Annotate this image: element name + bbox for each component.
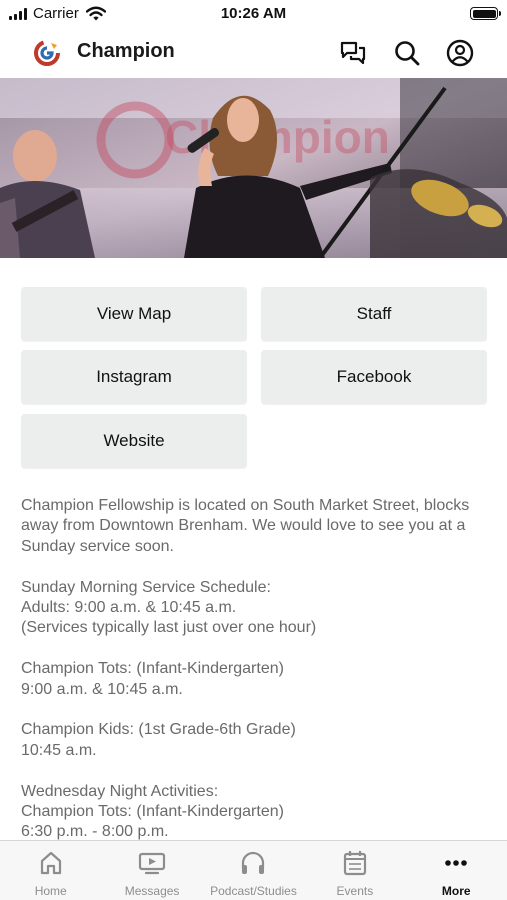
battery-icon	[470, 7, 501, 20]
tab-more[interactable]: More	[406, 841, 507, 900]
description-line: Adults: 9:00 a.m. & 10:45 a.m.	[21, 599, 237, 617]
description-line: (Services typically last just over one h…	[21, 619, 317, 637]
hero-illustration: Champion	[0, 78, 507, 258]
description-line: 6:30 p.m. - 8:00 p.m.	[21, 823, 169, 840]
description-paragraph: Sunday Morning Service Schedule: Adults: …	[21, 578, 491, 639]
tab-label: More	[441, 884, 471, 898]
description-line: Champion Tots: (Infant-Kindergarten)	[21, 660, 284, 678]
app-title: Champion	[77, 40, 175, 62]
description-paragraph: Champion Tots: (Infant-Kindergarten) 9:00…	[21, 659, 491, 700]
tab-messages[interactable]: Messages	[101, 841, 202, 900]
instagram-button[interactable]: Instagram	[21, 350, 247, 404]
tab-bar: Home Messages Podcast/Studies Events More	[0, 840, 507, 900]
champion-logo-icon	[34, 40, 60, 66]
status-time: 10:26 AM	[220, 5, 287, 22]
video-icon	[138, 852, 166, 875]
status-bar: Carrier 10:26 AM	[0, 0, 507, 28]
description-line: 9:00 a.m. & 10:45 a.m.	[21, 680, 183, 698]
website-button[interactable]: Website	[21, 414, 247, 468]
search-icon[interactable]	[392, 38, 422, 68]
description-paragraph: Wednesday Night Activities: Champion Tots…	[21, 782, 491, 840]
tab-events[interactable]: Events	[304, 841, 405, 900]
view-map-button[interactable]: View Map	[21, 287, 247, 341]
facebook-button[interactable]: Facebook	[261, 350, 487, 404]
calendar-icon	[343, 851, 366, 876]
description-line: 10:45 a.m.	[21, 741, 97, 759]
description-line: Champion Fellowship is located on South …	[21, 497, 470, 555]
church-description: Champion Fellowship is located on South …	[21, 496, 491, 840]
headphones-icon	[242, 851, 265, 874]
tab-label: Home	[34, 884, 67, 898]
profile-icon[interactable]	[445, 38, 475, 68]
hero-watermark: Champion	[165, 111, 390, 163]
tab-home[interactable]: Home	[0, 841, 101, 900]
description-line: Champion Tots: (Infant-Kindergarten)	[21, 803, 284, 821]
description-line: Champion Kids: (1st Grade-6th Grade)	[21, 721, 296, 739]
description-line: Wednesday Night Activities:	[21, 782, 219, 800]
home-icon	[40, 851, 61, 875]
tab-podcast-studies[interactable]: Podcast/Studies	[203, 841, 304, 900]
tab-label: Messages	[124, 884, 180, 898]
more-icon	[445, 860, 468, 866]
tab-label: Events	[336, 884, 374, 898]
chat-icon[interactable]	[338, 38, 368, 68]
hero-image: Champion	[0, 78, 507, 258]
description-line: Sunday Morning Service Schedule:	[21, 578, 271, 596]
app-header: Champion	[0, 28, 507, 78]
tab-label: Podcast/Studies	[210, 884, 297, 898]
staff-button[interactable]: Staff	[261, 287, 487, 341]
description-paragraph: Champion Fellowship is located on South …	[21, 496, 491, 557]
description-paragraph: Champion Kids: (1st Grade-6th Grade) 10:4…	[21, 720, 491, 761]
